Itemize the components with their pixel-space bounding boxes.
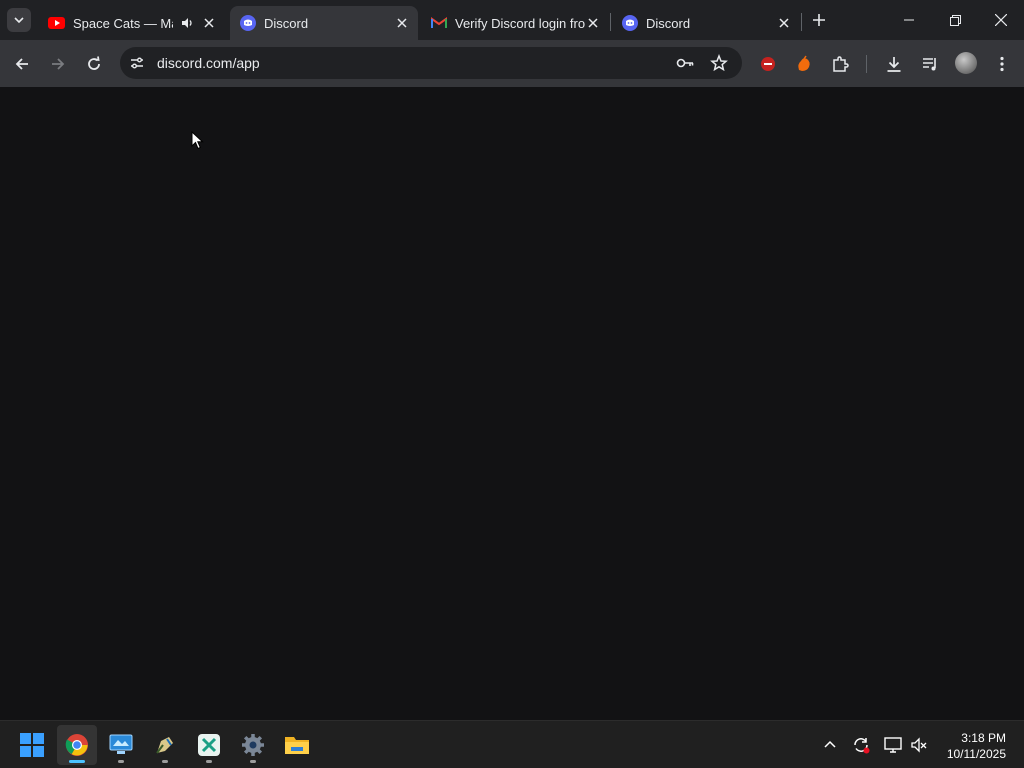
more-vert-icon [1000, 56, 1004, 72]
running-indicator [162, 760, 168, 763]
forward-arrow-icon [52, 58, 65, 70]
taskbar-file-explorer[interactable] [277, 725, 317, 765]
tab-title: Verify Discord login fro [455, 15, 585, 31]
volume-muted-icon [911, 737, 927, 753]
stop-icon [761, 57, 775, 71]
minimize-icon [904, 19, 914, 21]
tab-title: Discord [646, 15, 691, 31]
password-key-icon[interactable] [676, 55, 694, 71]
close-icon[interactable] [585, 15, 601, 31]
running-indicator [250, 760, 256, 763]
downloads-button[interactable] [883, 53, 905, 75]
tab-title: Space Cats — Mag [73, 15, 173, 31]
settings-gear-icon [242, 734, 264, 756]
running-indicator [206, 760, 212, 763]
windows-logo-icon [20, 733, 44, 757]
speaker-icon[interactable] [179, 15, 195, 31]
browser-toolbar: discord.com/app [0, 40, 1024, 87]
media-control-button[interactable] [919, 53, 941, 75]
chevron-down-icon [14, 17, 24, 24]
tab-title: Discord [264, 15, 309, 31]
taskbar-xbox-app[interactable] [189, 725, 229, 765]
tab-youtube[interactable]: Space Cats — Mag [38, 6, 228, 40]
discord-icon [622, 15, 638, 31]
tab-separator [610, 13, 611, 31]
browser-tab-strip: Space Cats — Mag Discord Verify Discord … [0, 0, 1024, 40]
mouse-cursor-icon [191, 131, 204, 150]
xbox-app-icon [198, 734, 220, 756]
sync-status-button[interactable] [851, 735, 871, 755]
folder-icon [285, 737, 309, 754]
taskbar-pen-app[interactable] [145, 725, 185, 765]
close-icon[interactable] [776, 15, 792, 31]
toolbar-divider [866, 55, 867, 73]
puzzle-icon [833, 56, 849, 72]
download-icon [887, 57, 901, 72]
queue-music-icon [923, 58, 936, 71]
chevron-up-icon [824, 740, 836, 748]
close-icon[interactable] [201, 15, 217, 31]
profile-avatar-button[interactable] [954, 51, 978, 75]
tab-discord[interactable]: Discord [612, 6, 800, 40]
show-hidden-icons-button[interactable] [820, 735, 840, 755]
discord-icon [240, 15, 256, 31]
site-info-icon[interactable] [129, 55, 145, 71]
address-bar[interactable]: discord.com/app [120, 47, 742, 79]
tab-separator [801, 13, 802, 31]
taskbar-chrome[interactable] [57, 725, 97, 765]
new-tab-button[interactable] [809, 10, 829, 30]
extensions-button[interactable] [829, 53, 851, 75]
close-icon[interactable] [394, 15, 410, 31]
pen-app-icon [156, 737, 173, 754]
tab-gmail[interactable]: Verify Discord login fro [421, 6, 609, 40]
clock-time: 3:18 PM [961, 731, 1006, 745]
discord-page-content[interactable] [0, 87, 1024, 720]
taskbar-settings[interactable] [233, 725, 273, 765]
minimize-button[interactable] [886, 0, 932, 40]
tab-discord-active[interactable]: Discord [230, 6, 418, 40]
reload-button[interactable] [83, 53, 105, 75]
restore-button[interactable] [932, 0, 978, 40]
forward-button[interactable] [47, 53, 69, 75]
remote-desktop-icon [109, 734, 133, 754]
taskbar-remote-desktop[interactable] [101, 725, 141, 765]
back-button[interactable] [11, 53, 33, 75]
chrome-icon [65, 734, 88, 756]
active-indicator [69, 760, 85, 763]
youtube-icon [48, 17, 65, 29]
ethernet-icon [884, 737, 902, 753]
start-button[interactable] [12, 725, 52, 765]
restore-icon [949, 14, 961, 26]
honey-icon [798, 55, 810, 71]
system-clock[interactable]: 3:18 PM 10/11/2025 [947, 730, 1006, 762]
reload-icon [88, 56, 100, 70]
network-button[interactable] [883, 735, 903, 755]
tab-search-button[interactable] [7, 8, 31, 32]
running-indicator [118, 760, 124, 763]
plus-icon [813, 14, 825, 26]
volume-button[interactable] [909, 735, 929, 755]
sync-error-icon [854, 738, 870, 754]
close-icon [995, 14, 1007, 26]
adblock-extension-button[interactable] [757, 53, 779, 75]
clock-date: 10/11/2025 [946, 747, 1006, 761]
honey-extension-button[interactable] [793, 53, 815, 75]
windows-taskbar: 3:18 PM 10/11/2025 [0, 720, 1024, 768]
url-text[interactable]: discord.com/app [157, 55, 260, 71]
gmail-icon [431, 17, 447, 29]
back-arrow-icon [15, 58, 28, 70]
bookmark-star-icon[interactable] [710, 53, 728, 72]
avatar [955, 52, 977, 74]
close-window-button[interactable] [978, 0, 1024, 40]
browser-menu-button[interactable] [991, 53, 1013, 75]
